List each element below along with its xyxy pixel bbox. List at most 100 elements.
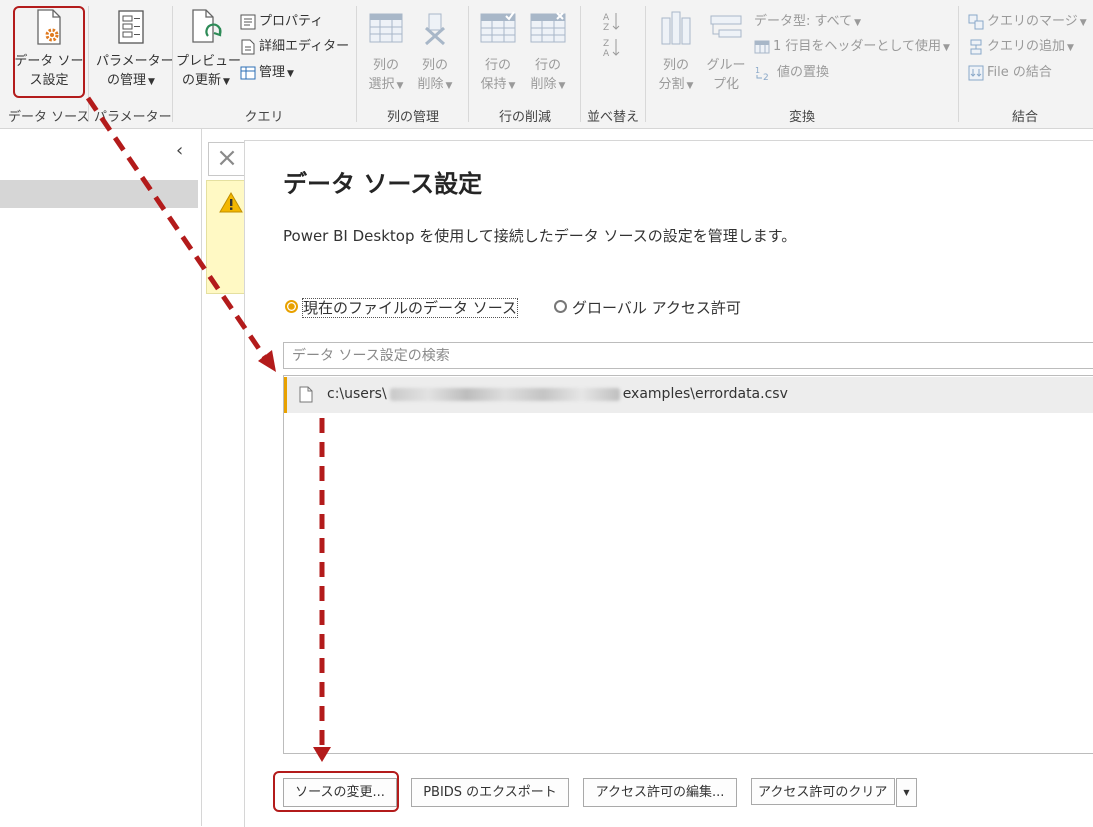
edit-permissions-button[interactable]: アクセス許可の編集... <box>583 778 737 807</box>
replace-values-button[interactable]: 1 2 値の置換 <box>754 62 829 84</box>
group-label-combine: 結合 <box>1011 110 1038 125</box>
keep-rows-label-1: 行の <box>484 58 511 73</box>
advanced-editor-label: 詳細エディター <box>259 39 350 54</box>
manage-button[interactable]: 管理 ▼ <box>240 62 294 84</box>
list-item-path: c:\users\ examples\errordata.csv <box>327 386 788 402</box>
file-icon <box>299 386 313 403</box>
group-label-parameters: パラメーター <box>94 110 172 125</box>
chevron-down-icon: ▼ <box>1079 18 1087 28</box>
merge-queries-button[interactable]: クエリのマージ ▼ <box>968 11 1087 33</box>
split-column-icon <box>654 10 698 56</box>
clear-permissions-dropdown[interactable]: ▼ <box>896 778 917 807</box>
radio-global-permissions[interactable]: グローバル アクセス許可 <box>554 297 741 318</box>
merge-queries-label: クエリのマージ <box>987 14 1078 29</box>
group-by-icon <box>704 10 748 56</box>
refresh-preview-label-1: プレビュー <box>176 54 242 69</box>
radio-global-permissions-label: グローバル アクセス許可 <box>572 299 741 317</box>
export-pbids-button[interactable]: PBIDS のエクスポート <box>411 778 569 807</box>
data-type-dropdown[interactable]: データ型: すべて ▼ <box>754 11 861 33</box>
radio-checked-icon <box>285 300 298 313</box>
refresh-preview-label-2: の更新 <box>182 73 222 88</box>
group-label-sort: 並べ替え <box>586 110 639 125</box>
manage-icon <box>240 66 256 79</box>
clear-permissions-button[interactable]: アクセス許可のクリア <box>751 778 895 805</box>
radio-current-file[interactable]: 現在のファイルのデータ ソース <box>285 297 519 318</box>
remove-columns-button[interactable]: 列の 削除 ▼ <box>413 10 457 96</box>
table-icon <box>754 40 770 53</box>
remove-rows-button[interactable]: 行の 削除 ▼ <box>526 10 570 96</box>
parameters-icon <box>96 8 166 52</box>
remove-rows-label-1: 行の <box>534 58 561 73</box>
sort-ascending-button[interactable]: AZ <box>600 10 624 33</box>
chevron-down-icon: ▼ <box>148 77 155 87</box>
sort-descending-button[interactable]: ZA <box>600 36 624 59</box>
refresh-preview-button[interactable]: プレビュー の更新 ▼ <box>176 8 242 92</box>
remove-rows-label-2: 削除 <box>530 77 557 92</box>
remove-columns-icon <box>413 10 457 56</box>
list-item[interactable]: c:\users\ examples\errordata.csv <box>284 377 1093 413</box>
chevron-down-icon: ▼ <box>223 77 230 87</box>
combine-files-button[interactable]: File の結合 <box>968 62 1052 84</box>
group-label-reduce-rows: 行の削減 <box>498 110 551 125</box>
svg-text:2: 2 <box>763 73 769 81</box>
data-source-settings-button[interactable]: データ ソー ス設定 <box>14 8 84 90</box>
chevron-down-icon: ▼ <box>903 788 910 797</box>
chevron-down-icon: ▼ <box>396 81 404 91</box>
group-separator <box>88 6 89 122</box>
queries-pane <box>0 129 202 826</box>
group-by-label-1: グルー <box>706 58 746 73</box>
group-label-query: クエリ <box>244 110 284 125</box>
close-icon[interactable]: × <box>208 142 246 176</box>
search-box <box>283 342 1093 369</box>
combine-files-icon <box>968 65 984 80</box>
keep-rows-button[interactable]: 行の 保持 ▼ <box>476 10 520 96</box>
chevron-down-icon: ▼ <box>558 81 566 91</box>
split-column-button[interactable]: 列の 分割 ▼ <box>654 10 698 96</box>
append-queries-icon <box>970 39 982 54</box>
redacted-path <box>389 387 620 401</box>
advanced-editor-button[interactable]: 詳細エディター <box>240 36 349 58</box>
manage-label: 管理 <box>259 65 286 80</box>
chevron-down-icon: ▼ <box>508 81 516 91</box>
properties-button[interactable]: プロパティ <box>240 11 323 33</box>
selected-query-item[interactable] <box>0 180 198 208</box>
group-separator <box>958 6 959 122</box>
group-separator <box>468 6 469 122</box>
clear-permissions-label: アクセス許可のクリア <box>758 785 888 800</box>
remove-rows-icon <box>526 10 570 56</box>
group-label-manage-columns: 列の管理 <box>386 110 439 125</box>
remove-columns-label-2: 削除 <box>417 77 444 92</box>
replace-values-label: 値の置換 <box>777 65 830 80</box>
use-first-row-as-header-label: 1 行目をヘッダーとして使用 <box>773 39 942 54</box>
manage-parameters-label-2: の管理 <box>107 73 147 88</box>
chevron-down-icon: ▼ <box>854 18 862 28</box>
choose-columns-label-2: 選択 <box>368 77 395 92</box>
warning-icon <box>219 192 243 213</box>
keep-rows-label-2: 保持 <box>480 77 507 92</box>
refresh-preview-icon <box>176 8 236 52</box>
keep-rows-icon <box>476 10 520 56</box>
data-source-list <box>283 375 1093 754</box>
search-input[interactable] <box>292 343 1082 368</box>
dialog-title: データ ソース設定 <box>283 170 483 198</box>
group-by-button[interactable]: グルー プ化 <box>704 10 748 94</box>
chevron-left-icon[interactable]: ‹ <box>176 140 194 161</box>
sort-desc-icon: ZA <box>603 39 620 59</box>
append-queries-button[interactable]: クエリの追加 ▼ <box>968 36 1074 58</box>
change-source-button[interactable]: ソースの変更... <box>283 778 397 807</box>
advanced-editor-icon <box>241 39 255 54</box>
chevron-down-icon: ▼ <box>686 81 694 91</box>
use-first-row-as-header-button[interactable]: 1 行目をヘッダーとして使用 ▼ <box>754 36 950 58</box>
replace-values-icon: 12 <box>755 66 769 83</box>
data-source-settings-icon <box>14 8 84 52</box>
warning-banner <box>206 180 246 294</box>
manage-parameters-button[interactable]: パラメーター の管理 ▼ <box>96 8 174 92</box>
remove-columns-label-1: 列の <box>421 58 448 73</box>
chevron-down-icon: ▼ <box>1067 43 1074 53</box>
chevron-down-icon: ▼ <box>445 81 453 91</box>
chevron-down-icon: ▼ <box>287 69 294 79</box>
dialog-description: Power BI Desktop を使用して接続したデータ ソースの設定を管理し… <box>283 227 797 245</box>
combine-files-label: File の結合 <box>987 65 1052 80</box>
choose-columns-button[interactable]: 列の 選択 ▼ <box>364 10 408 96</box>
properties-icon <box>240 14 256 29</box>
